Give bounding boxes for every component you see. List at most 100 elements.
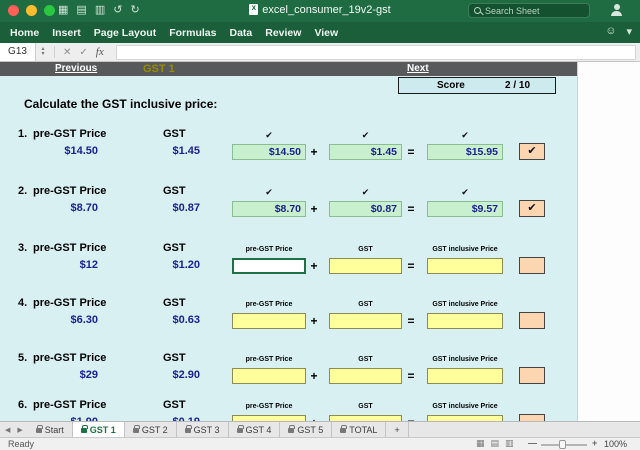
answer-cell-total[interactable]: $15.95 [427, 144, 503, 160]
input-cell-gst[interactable] [329, 258, 402, 274]
plus-operator: + [310, 259, 318, 273]
tab-scroll-right-icon[interactable]: ▶ [17, 426, 22, 434]
confirm-entry-icon[interactable]: ✓ [79, 47, 87, 58]
next-link[interactable]: Next [407, 63, 429, 74]
status-ready-label: Ready [8, 439, 35, 449]
correct-check-icon: ✔ [265, 130, 273, 140]
sheet-tab-gst2[interactable]: GST 2 [125, 422, 177, 437]
sheet-title: GST 1 [143, 63, 175, 75]
name-box-stepper[interactable]: ▴ ▾ [36, 46, 50, 57]
add-sheet-button[interactable]: + [386, 422, 409, 437]
search-input[interactable] [485, 5, 584, 16]
tab-review[interactable]: Review [265, 27, 301, 39]
sheet-tab-total[interactable]: TOTAL [332, 422, 387, 437]
pre-gst-price-value: $29 [79, 369, 98, 381]
normal-view-icon[interactable]: ▦ [476, 438, 485, 449]
zoom-percentage: 100% [604, 439, 628, 449]
feedback-smiley-icon[interactable]: ☺ [605, 25, 616, 38]
formula-input[interactable] [115, 44, 636, 60]
sheet-nav-bar: Previous GST 1 Next [0, 62, 577, 76]
question-number: 5. [18, 352, 28, 364]
score-box: Score 2 / 10 [398, 77, 556, 94]
previous-link[interactable]: Previous [55, 63, 97, 74]
tab-view[interactable]: View [314, 27, 338, 39]
collapse-ribbon-icon[interactable]: ▾ [626, 25, 632, 38]
tab-page-layout[interactable]: Page Layout [94, 27, 156, 39]
question-number: 6. [18, 399, 28, 411]
sheet-tab-gst1[interactable]: GST 1 [72, 422, 125, 437]
input-cell-total[interactable] [427, 313, 503, 329]
plus-operator: + [310, 369, 318, 383]
correct-check-icon: ✔ [461, 187, 469, 197]
answer-cell-pre[interactable]: $8.70 [232, 201, 306, 217]
plus-operator: + [310, 202, 318, 216]
cancel-entry-icon[interactable]: ✕ [63, 47, 71, 58]
lock-icon [80, 425, 88, 433]
column-header-pre: pre-GST Price [245, 301, 293, 308]
input-cell-gst[interactable] [329, 368, 402, 384]
lock-icon [132, 425, 140, 433]
search-box[interactable] [468, 3, 590, 18]
exercise-row-2: 2. pre-GST Price $8.70 GST $0.87 ✔ ✔ ✔ $… [0, 183, 577, 241]
sheet-tab-gst4[interactable]: GST 4 [229, 422, 281, 437]
tab-formulas[interactable]: Formulas [169, 27, 216, 39]
lock-icon [340, 425, 348, 433]
result-checkbox[interactable] [519, 312, 545, 329]
column-header-total: GST inclusive Price [432, 356, 498, 363]
input-cell-pre-selected[interactable] [232, 258, 306, 274]
unused-columns [577, 62, 640, 421]
result-checkbox[interactable] [519, 414, 545, 421]
column-header-total: GST inclusive Price [432, 403, 498, 410]
result-checkbox[interactable] [519, 367, 545, 384]
page-break-view-icon[interactable]: ▥ [505, 438, 514, 449]
input-cell-total[interactable] [427, 368, 503, 384]
view-switcher: ▦ ▤ ▥ [476, 438, 514, 449]
answer-cell-pre[interactable]: $14.50 [232, 144, 306, 160]
gst-label: GST [163, 352, 186, 364]
input-cell-pre[interactable] [232, 313, 306, 329]
sheet-tab-gst5[interactable]: GST 5 [280, 422, 333, 437]
zoom-out-button[interactable]: — [528, 438, 537, 448]
exercise-row-4: 4. pre-GST Price $6.30 GST $0.63 pre-GST… [0, 295, 577, 353]
gst-label: GST [163, 128, 186, 140]
input-cell-pre[interactable] [232, 368, 306, 384]
column-header-total: GST inclusive Price [432, 246, 498, 253]
zoom-slider-thumb[interactable] [559, 440, 566, 449]
pre-gst-price-label: pre-GST Price [33, 399, 107, 411]
answer-cell-gst[interactable]: $1.45 [329, 144, 402, 160]
lock-icon [236, 425, 244, 433]
pre-gst-price-label: pre-GST Price [33, 242, 107, 254]
account-icon[interactable] [610, 4, 623, 17]
result-checkbox[interactable]: ✔ [519, 200, 545, 217]
formula-bar: G13 ▴ ▾ ✕ ✓ fx [0, 43, 640, 62]
gst-value: $1.20 [172, 259, 200, 271]
sheet-tab-gst3[interactable]: GST 3 [177, 422, 229, 437]
exercise-row-1: 1. pre-GST Price $14.50 GST $1.45 ✔ ✔ ✔ … [0, 126, 577, 184]
sheet-tab-start[interactable]: Start [28, 422, 73, 437]
result-checkbox[interactable]: ✔ [519, 143, 545, 160]
equals-operator: = [407, 145, 415, 159]
input-cell-total[interactable] [427, 258, 503, 274]
tab-home[interactable]: Home [10, 27, 39, 39]
pre-gst-price-label: pre-GST Price [33, 297, 107, 309]
sheet-tab-bar: ◀ ▶ Start GST 1 GST 2 GST 3 GST 4 GST 5 … [0, 421, 640, 437]
gst-value: $0.87 [172, 202, 200, 214]
result-checkbox[interactable] [519, 257, 545, 274]
input-cell-gst[interactable] [329, 313, 402, 329]
tab-insert[interactable]: Insert [52, 27, 81, 39]
tab-scroll-left-icon[interactable]: ◀ [5, 426, 10, 434]
answer-cell-gst[interactable]: $0.87 [329, 201, 402, 217]
excel-window: ▦ ▤ ▥ ↺ ↻ excel_consumer_19v2-gst Home I… [0, 0, 640, 450]
zoom-in-button[interactable]: + [592, 438, 597, 448]
insert-function-icon[interactable]: fx [96, 46, 104, 58]
name-box[interactable]: G13 [0, 43, 36, 61]
page-layout-view-icon[interactable]: ▤ [491, 438, 500, 449]
stepper-down-icon: ▾ [41, 51, 45, 57]
account-icon-head [613, 4, 620, 10]
answer-cell-total[interactable]: $9.57 [427, 201, 503, 217]
pre-gst-price-label: pre-GST Price [33, 185, 107, 197]
tab-data[interactable]: Data [229, 27, 252, 39]
status-bar: Ready ▦ ▤ ▥ — + 100% [0, 437, 640, 450]
lock-icon [184, 425, 192, 433]
worksheet-area[interactable]: Previous GST 1 Next Score 2 / 10 Calcula… [0, 62, 640, 421]
